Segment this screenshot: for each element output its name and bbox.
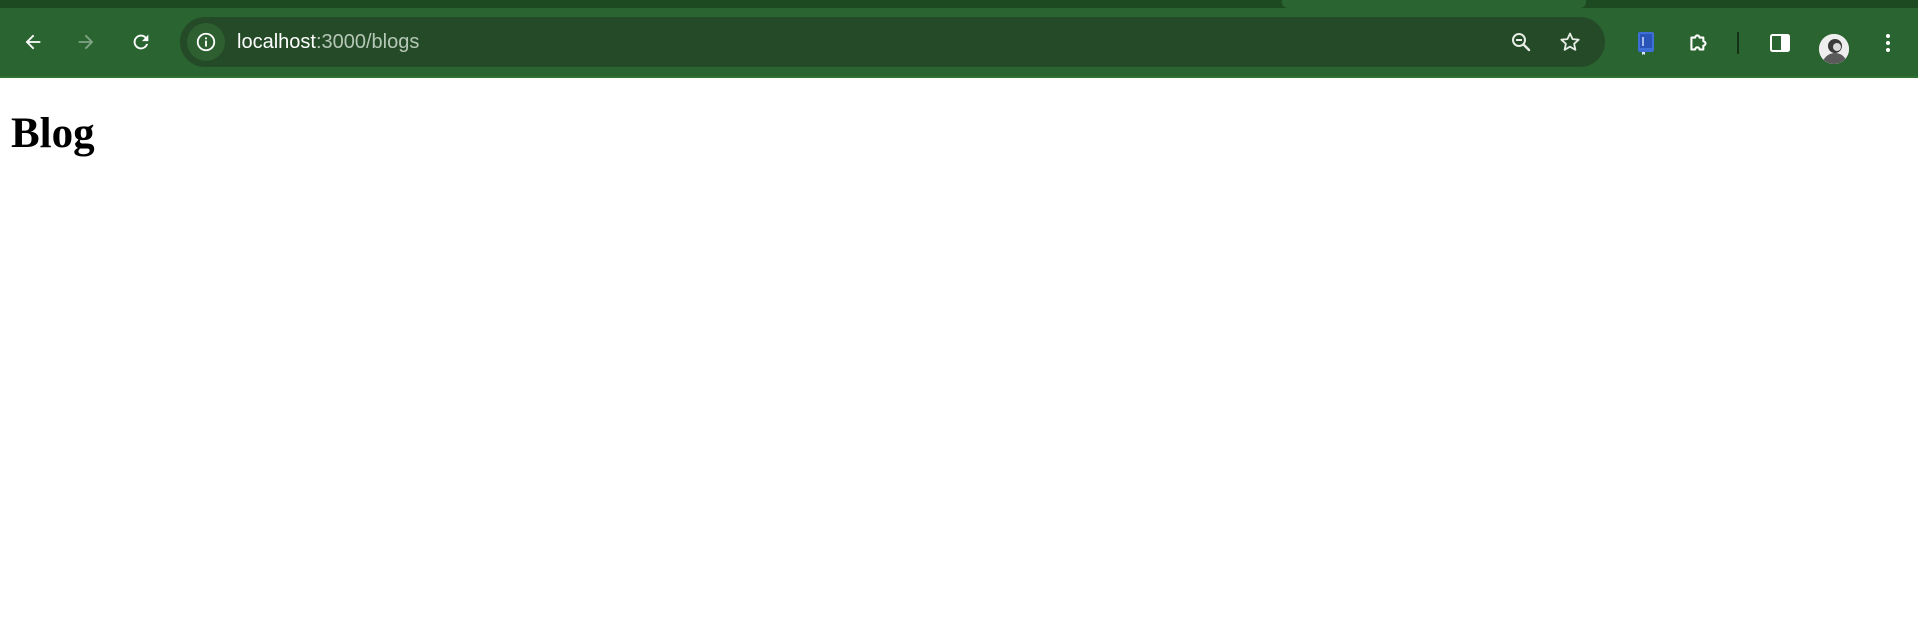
- url-text[interactable]: localhost:3000/blogs: [237, 30, 419, 54]
- site-info-button[interactable]: [187, 23, 225, 61]
- star-outline-icon: [1560, 32, 1580, 51]
- reload-button[interactable]: [121, 22, 161, 62]
- arrow-right-icon: [78, 34, 94, 50]
- back-button[interactable]: [13, 22, 53, 62]
- browser-menu-button[interactable]: [1870, 25, 1906, 61]
- browser-window: localhost:3000/blogs Blog: [0, 0, 1918, 621]
- side-panel-button[interactable]: [1762, 25, 1798, 61]
- kebab-menu-icon: [1886, 34, 1890, 52]
- puzzle-icon: [1690, 34, 1707, 51]
- extensions-menu-button[interactable]: [1681, 25, 1717, 61]
- extension-button[interactable]: [1628, 25, 1664, 61]
- active-tab[interactable]: [1282, 0, 1586, 8]
- avatar-image: [1819, 34, 1849, 64]
- tab-strip: [0, 0, 1918, 8]
- address-bar[interactable]: localhost:3000/blogs: [180, 17, 1605, 67]
- zoom-button[interactable]: [1503, 24, 1539, 60]
- bookmark-button[interactable]: [1552, 24, 1588, 60]
- url-path: :3000/blogs: [315, 31, 420, 53]
- book-extension-icon: [1638, 32, 1654, 55]
- url-host: localhost: [237, 31, 316, 53]
- profile-avatar[interactable]: [1819, 34, 1849, 64]
- browser-toolbar: localhost:3000/blogs: [0, 8, 1918, 78]
- page-title: Blog: [11, 110, 95, 157]
- reload-icon: [133, 34, 149, 50]
- toolbar-separator: [1737, 32, 1739, 54]
- page-content: Blog: [0, 78, 1918, 621]
- forward-button[interactable]: [66, 22, 106, 62]
- info-icon: [196, 32, 216, 52]
- arrow-left-icon: [25, 34, 41, 50]
- side-panel-icon: [1770, 34, 1790, 52]
- zoom-out-icon: [1512, 33, 1531, 52]
